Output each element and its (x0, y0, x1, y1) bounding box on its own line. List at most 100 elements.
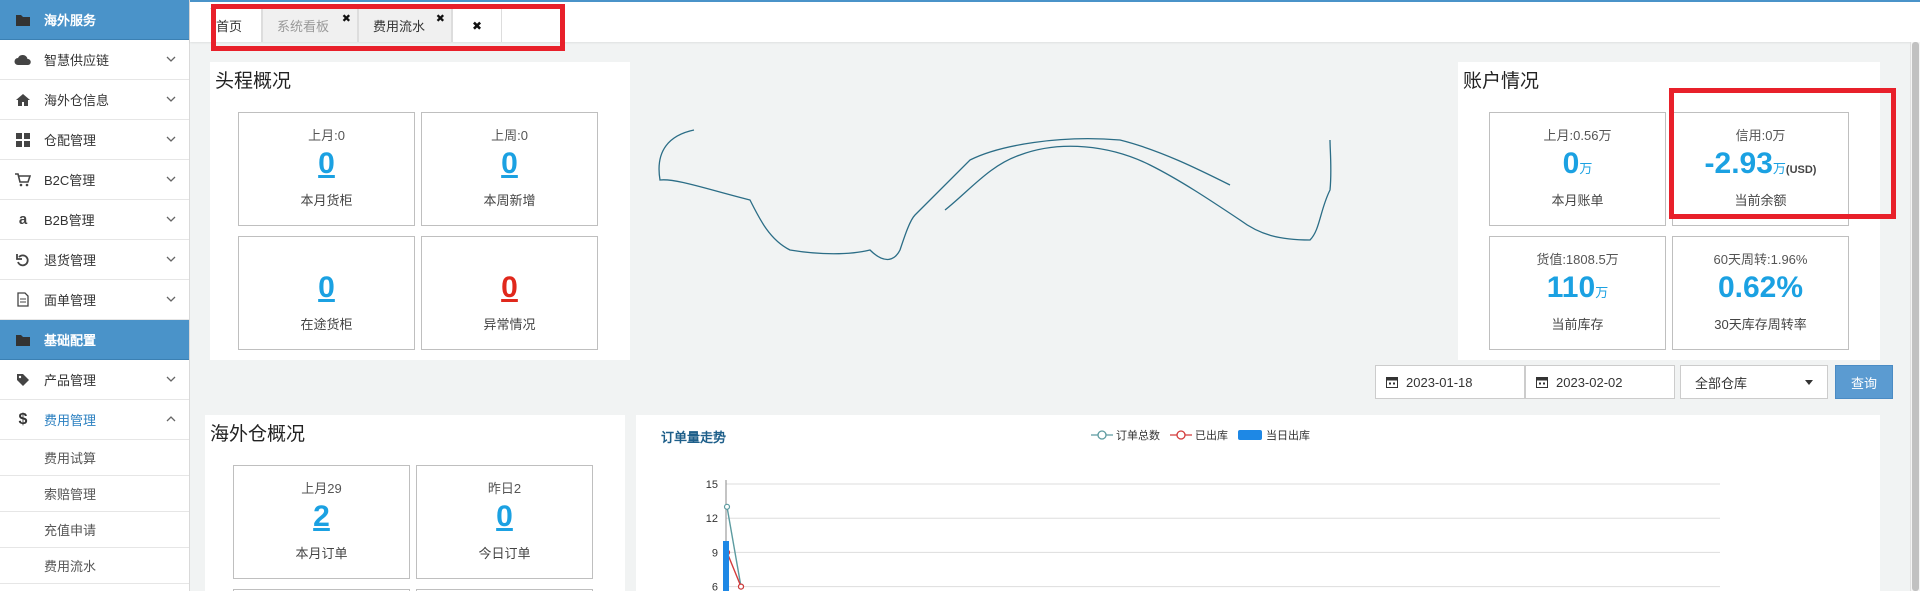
value-number: -2.93 (1704, 147, 1773, 180)
sidebar-item-returns[interactable]: 退货管理 (0, 240, 189, 280)
card-label: 本月账单 (1551, 193, 1604, 208)
sidebar-item-b2c[interactable]: B2C管理 (0, 160, 189, 200)
y-tick-label: 9 (712, 547, 718, 559)
card-caption: 60天周转:1.96% (1713, 252, 1808, 267)
chevron-down-icon (166, 256, 176, 262)
sidebar-subitem-fee-flow[interactable]: 费用流水 (0, 548, 189, 584)
start-date-input[interactable]: 2023-01-18 (1375, 365, 1525, 399)
card-label: 在途货柜 (300, 317, 353, 332)
tab-close-all[interactable]: ✖ (452, 8, 502, 42)
sidebar-subitem-fee-trial[interactable]: 费用试算 (0, 440, 189, 476)
card-value: 110万 (1490, 271, 1665, 305)
card-label: 当前库存 (1551, 317, 1604, 332)
stat-card[interactable]: 昨日2 0 今日订单 (416, 465, 593, 579)
sidebar-item-fulfillment[interactable]: 仓配管理 (0, 120, 189, 160)
chevron-down-icon (166, 96, 176, 102)
value-number: 110 (1546, 271, 1596, 304)
document-icon (14, 291, 32, 309)
card-value[interactable]: 0 (417, 500, 592, 534)
card-value[interactable]: 0 (239, 147, 414, 181)
sidebar-item-label: 产品管理 (44, 373, 97, 388)
card-value[interactable]: 0 (422, 147, 597, 181)
y-tick-label: 12 (706, 513, 718, 525)
chevron-down-icon (166, 176, 176, 182)
tab-bar: 首页 系统看板 ✖ 费用流水 ✖ ✖ (190, 0, 1920, 42)
chevron-down-icon (166, 56, 176, 62)
sidebar-item-products[interactable]: 产品管理 (0, 360, 189, 400)
home-icon (14, 91, 32, 109)
sidebar-subitem-recharge[interactable]: 充值申请 (0, 512, 189, 548)
series-line (726, 506, 742, 587)
tab-dashboard[interactable]: 系统看板 ✖ (262, 8, 358, 42)
sidebar-item-label: 仓配管理 (44, 133, 97, 148)
dollar-icon: $ (18, 410, 28, 428)
chevron-down-icon (166, 376, 176, 382)
stat-card[interactable]: 上月:0 0 本月货柜 (238, 112, 415, 226)
overseas-panel: 海外仓概况 上月29 2 本月订单 昨日2 0 今日订单 (205, 415, 625, 591)
card-value[interactable]: 0 (239, 271, 414, 305)
card-value: -2.93万(USD) (1673, 147, 1848, 181)
value-unit: 万 (1579, 161, 1593, 176)
stat-card[interactable]: 0 异常情况 (421, 236, 598, 350)
value-currency: (USD) (1785, 164, 1817, 176)
y-tick-label: 6 (712, 582, 718, 591)
sidebar-section-overseas-service[interactable]: 海外服务 (0, 0, 189, 40)
tab-fee-flow[interactable]: 费用流水 ✖ (358, 8, 452, 42)
tab-label: 费用流水 (373, 19, 426, 34)
start-date-value: 2023-01-18 (1406, 374, 1473, 390)
sidebar-item-b2b[interactable]: a B2B管理 (0, 200, 189, 240)
chevron-down-icon (166, 216, 176, 222)
card-caption: 昨日2 (487, 481, 522, 496)
end-date-input[interactable]: 2023-02-02 (1525, 365, 1675, 399)
card-label: 异常情况 (483, 317, 536, 332)
value-number: 0.62% (1717, 271, 1804, 304)
card-value[interactable]: 2 (234, 500, 409, 534)
card-value[interactable]: 0 (422, 271, 597, 305)
tab-home[interactable]: 首页 (210, 8, 262, 42)
query-button[interactable]: 查询 (1835, 365, 1893, 399)
card-caption: 上周:0 (491, 128, 528, 143)
panel-title: 海外仓概况 (210, 424, 306, 445)
order-trend-chart: 6 9 12 15 (706, 479, 1720, 591)
folder-icon (14, 11, 32, 29)
card-label: 本月货柜 (300, 193, 353, 208)
close-icon[interactable]: ✖ (472, 19, 482, 33)
chevron-up-icon (166, 416, 176, 422)
page-scrollbar[interactable] (1910, 42, 1920, 591)
scrollbar-thumb[interactable] (1912, 42, 1919, 591)
value-unit: 万 (1772, 161, 1786, 176)
warehouse-select[interactable]: 全部仓库 (1680, 365, 1828, 399)
map-continent-outline (944, 139, 1332, 241)
sidebar-item-label: 海外仓信息 (44, 93, 110, 108)
undo-icon (14, 251, 32, 269)
sidebar-item-label: B2C管理 (44, 173, 96, 188)
folder-icon (14, 331, 32, 349)
cart-icon (14, 171, 32, 189)
sidebar-subitem-claims[interactable]: 索赔管理 (0, 476, 189, 512)
sidebar-item-label: 海外服务 (44, 13, 97, 28)
tab-label: 首页 (216, 19, 243, 34)
stat-card[interactable]: 上月29 2 本月订单 (233, 465, 410, 579)
sidebar-item-label: 面单管理 (44, 293, 97, 308)
sidebar-section-basic-config[interactable]: 基础配置 (0, 320, 189, 360)
headrun-panel: 头程概况 上月:0 0 本月货柜 上周:0 0 本周新增 0 在途货柜 0 异常… (210, 62, 630, 360)
close-icon[interactable]: ✖ (436, 12, 445, 25)
sidebar-item-label: 智慧供应链 (44, 53, 110, 68)
sidebar-item-label: 费用管理 (44, 413, 97, 428)
stat-card: 货值:1808.5万 110万 当前库存 (1489, 236, 1666, 350)
sidebar-item-fees[interactable]: $ 费用管理 (0, 400, 189, 440)
value-number: 0 (1562, 147, 1580, 180)
calendar-icon (1386, 377, 1398, 388)
stat-card[interactable]: 0 在途货柜 (238, 236, 415, 350)
close-icon[interactable]: ✖ (342, 12, 351, 25)
amazon-icon: a (18, 211, 28, 228)
sidebar-item-supply-chain[interactable]: 智慧供应链 (0, 40, 189, 80)
sidebar-item-label: B2B管理 (44, 213, 95, 228)
card-label: 本月订单 (295, 546, 348, 561)
stat-card[interactable]: 上周:0 0 本周新增 (421, 112, 598, 226)
sidebar-item-labels[interactable]: 面单管理 (0, 280, 189, 320)
sidebar-item-warehouse-info[interactable]: 海外仓信息 (0, 80, 189, 120)
series-line (726, 552, 742, 587)
data-point (723, 503, 731, 510)
card-caption: 上月:0.56万 (1543, 128, 1612, 143)
